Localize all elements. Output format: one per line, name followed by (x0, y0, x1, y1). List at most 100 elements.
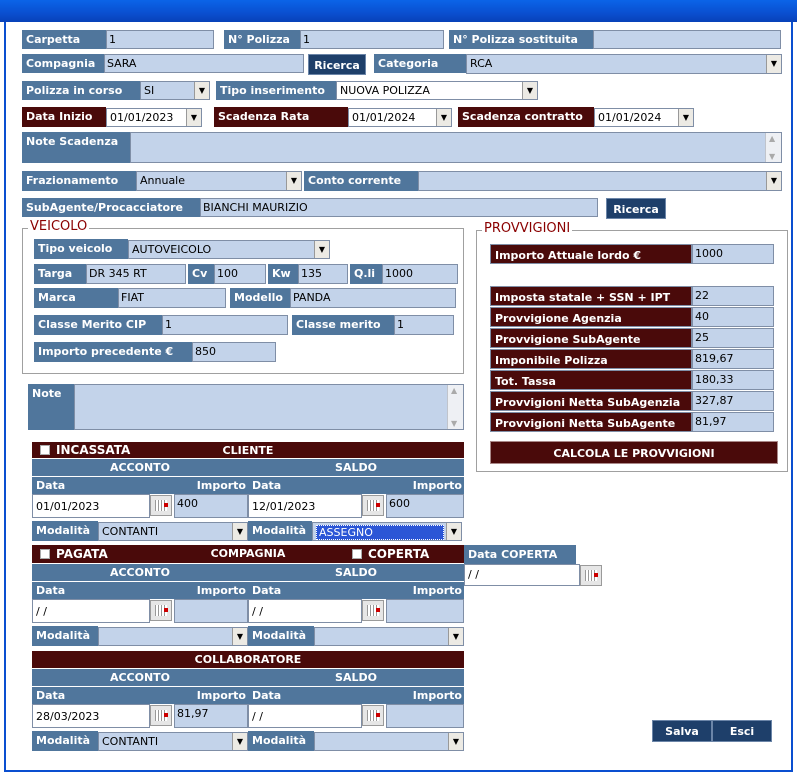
classe-merito-cip-field[interactable]: 1 (162, 315, 288, 335)
importo-lordo-label: Importo Attuale lordo € (490, 244, 692, 264)
carpetta-field[interactable]: 1 (106, 30, 214, 49)
marca-field[interactable]: FIAT (118, 288, 226, 308)
chevron-down-icon[interactable]: ▼ (286, 172, 301, 190)
cliente-acc-data-field[interactable]: 01/01/2023 (32, 494, 150, 518)
data-coperta-field[interactable]: / / (464, 564, 580, 586)
coperta-checkbox[interactable] (352, 549, 362, 559)
chevron-down-icon[interactable]: ▼ (678, 109, 693, 126)
provvigione-subagente-field[interactable]: 25 (692, 328, 774, 348)
cliente-sal-importo-field[interactable]: 600 (386, 494, 464, 518)
chevron-down-icon[interactable]: ▼ (522, 82, 537, 99)
importo-precedente-field[interactable]: 850 (192, 342, 276, 362)
netta-subagente-field[interactable]: 81,97 (692, 412, 774, 432)
compagnia-acc-data-field[interactable]: / / (32, 599, 150, 623)
frazionamento-select[interactable]: Annuale ▼ (136, 171, 302, 191)
classe-merito-field[interactable]: 1 (394, 315, 454, 335)
calendar-icon[interactable] (150, 495, 172, 516)
calcola-provvigioni-button[interactable]: CALCOLA LE PROVVIGIONI (490, 441, 778, 464)
qli-label: Q.li (350, 264, 382, 284)
calendar-icon[interactable] (362, 600, 384, 621)
collaboratore-acc-modalita-select[interactable]: CONTANTI ▼ (98, 732, 248, 751)
calendar-icon[interactable] (362, 705, 384, 726)
compagnia-sal-importo-field[interactable] (386, 599, 464, 623)
chevron-down-icon[interactable]: ▼ (766, 172, 781, 190)
chevron-down-icon[interactable]: ▼ (448, 733, 463, 750)
classe-merito-label: Classe merito (292, 315, 394, 335)
imponibile-polizza-field[interactable]: 819,67 (692, 349, 774, 369)
collaboratore-sal-importo-label: Importo (362, 687, 464, 704)
scrollbar[interactable] (765, 133, 781, 162)
policy-form-window: Carpetta 1 N° Polizza 1 N° Polizza sosti… (4, 22, 793, 772)
collaboratore-acc-data-field[interactable]: 28/03/2023 (32, 704, 150, 728)
compagnia-acc-importo-field[interactable] (174, 599, 248, 623)
modello-field[interactable]: PANDA (290, 288, 456, 308)
polizza-field[interactable]: 1 (300, 30, 444, 49)
chevron-down-icon[interactable]: ▼ (314, 241, 329, 258)
chevron-down-icon[interactable]: ▼ (232, 628, 247, 645)
scadenza-rata-picker[interactable]: 01/01/2024 ▼ (348, 108, 452, 127)
compagnia-sal-modalita-select[interactable]: ▼ (314, 627, 464, 646)
imposta-statale-field[interactable]: 22 (692, 286, 774, 306)
chevron-down-icon[interactable]: ▼ (766, 55, 781, 73)
compagnia-sal-data-field[interactable]: / / (248, 599, 362, 623)
conto-corrente-select[interactable]: ▼ (418, 171, 782, 191)
polizza-in-corso-value: SI (144, 84, 155, 97)
netta-subagente-label: Provvigioni Netta SubAgente (490, 412, 692, 432)
compagnia-acc-modalita-select[interactable]: ▼ (98, 627, 248, 646)
calendar-icon[interactable] (150, 600, 172, 621)
collaboratore-sal-modalita-label: Modalità (248, 731, 314, 751)
note-scadenza-field[interactable] (130, 132, 782, 163)
salva-button[interactable]: Salva (652, 720, 712, 742)
tipo-inserimento-select[interactable]: NUOVA POLIZZA ▼ (336, 81, 538, 100)
chevron-down-icon[interactable]: ▼ (436, 109, 451, 126)
kw-field[interactable]: 135 (298, 264, 348, 284)
tot-tassa-field[interactable]: 180,33 (692, 370, 774, 390)
scadenza-rata-value: 01/01/2024 (352, 111, 416, 124)
cliente-sal-modalita-select[interactable]: ASSEGNO ▼ (312, 522, 462, 541)
tipo-veicolo-select[interactable]: AUTOVEICOLO ▼ (128, 240, 330, 259)
provvigione-agenzia-field[interactable]: 40 (692, 307, 774, 327)
importo-lordo-field[interactable]: 1000 (692, 244, 774, 264)
cv-field[interactable]: 100 (214, 264, 266, 284)
targa-field[interactable]: DR 345 RT (86, 264, 186, 284)
calendar-icon[interactable] (150, 705, 172, 726)
chevron-down-icon[interactable]: ▼ (194, 82, 209, 99)
chevron-down-icon[interactable]: ▼ (446, 523, 461, 540)
collaboratore-saldo-header: SALDO (248, 669, 464, 686)
chevron-down-icon[interactable]: ▼ (186, 109, 201, 126)
collaboratore-sal-data-field[interactable]: / / (248, 704, 362, 728)
subagente-field[interactable]: BIANCHI MAURIZIO (200, 198, 598, 217)
provvigioni-title: PROVVIGIONI (482, 221, 573, 236)
chevron-down-icon[interactable]: ▼ (232, 733, 247, 750)
polizza-sostituita-field[interactable] (593, 30, 781, 49)
polizza-in-corso-select[interactable]: SI ▼ (140, 81, 210, 100)
data-inizio-picker[interactable]: 01/01/2023 ▼ (106, 108, 202, 127)
compagnia-field[interactable]: SARA (104, 54, 304, 73)
chevron-down-icon[interactable]: ▼ (448, 628, 463, 645)
cliente-sal-modalita-label: Modalità (248, 521, 312, 541)
cliente-acc-importo-field[interactable]: 400 (174, 494, 248, 518)
cliente-saldo-header: SALDO (248, 459, 464, 476)
collaboratore-sal-importo-field[interactable] (386, 704, 464, 728)
marca-label: Marca (34, 288, 118, 308)
tipo-inserimento-label: Tipo inserimento (216, 81, 336, 100)
esci-button[interactable]: Esci (712, 720, 772, 742)
qli-field[interactable]: 1000 (382, 264, 458, 284)
scrollbar[interactable] (447, 385, 463, 429)
calendar-icon[interactable] (580, 565, 602, 586)
scadenza-rata-label: Scadenza Rata (214, 107, 348, 127)
subagente-ricerca-button[interactable]: Ricerca (606, 198, 666, 219)
cliente-sal-data-field[interactable]: 12/01/2023 (248, 494, 362, 518)
collaboratore-sal-modalita-select[interactable]: ▼ (314, 732, 464, 751)
pagata-checkbox[interactable] (40, 549, 50, 559)
incassata-checkbox[interactable] (40, 445, 50, 455)
calendar-icon[interactable] (362, 495, 384, 516)
scadenza-contratto-picker[interactable]: 01/01/2024 ▼ (594, 108, 694, 127)
cliente-acc-modalita-select[interactable]: CONTANTI ▼ (98, 522, 248, 541)
compagnia-ricerca-button[interactable]: Ricerca (308, 54, 366, 75)
categoria-select[interactable]: RCA ▼ (466, 54, 782, 74)
netta-subagenzia-field[interactable]: 327,87 (692, 391, 774, 411)
collaboratore-acc-importo-field[interactable]: 81,97 (174, 704, 248, 728)
note-field[interactable] (74, 384, 464, 430)
chevron-down-icon[interactable]: ▼ (232, 523, 247, 540)
